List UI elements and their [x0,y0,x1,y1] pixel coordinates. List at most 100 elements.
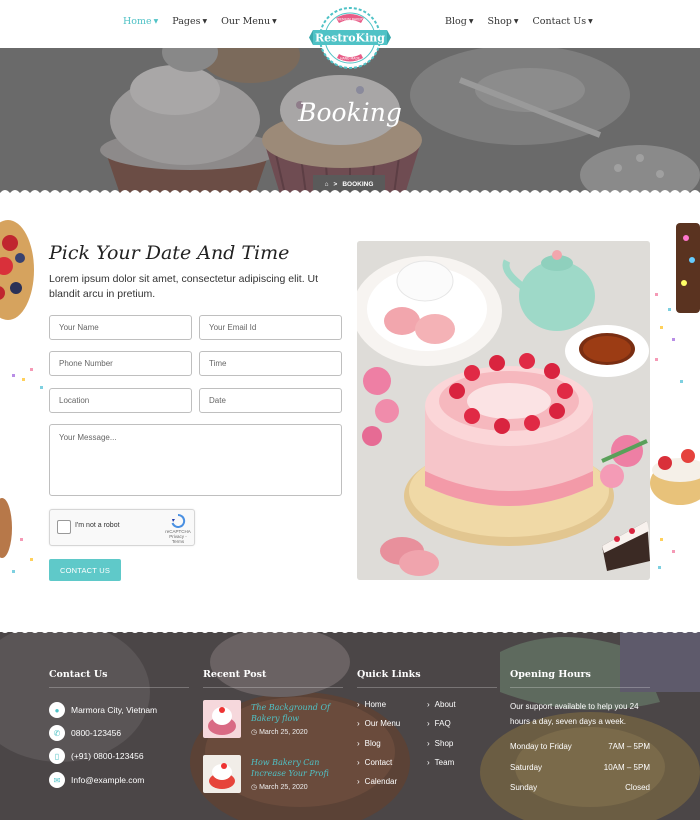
nav-home-label: Home [123,16,152,27]
contact-phone-text[interactable]: 0800-123456 [71,728,121,738]
quick-link-label: Shop [434,739,454,748]
nav-our-menu-label: Our Menu [221,16,271,27]
recent-post-item[interactable]: How Bakery Can Increase Your Profi ◷ Mar… [203,755,343,795]
nav-contact-us[interactable]: Contact Us ▼ [533,16,593,27]
quick-link-about[interactable]: › About [427,700,456,709]
nav-pages[interactable]: Pages ▼ [172,16,207,27]
chevron-right-icon: › [357,739,360,748]
contact-mobile: ▯ (+91) 0800-123456 [49,748,144,764]
quick-link-shop[interactable]: › Shop [427,739,453,748]
footer-divider [203,687,343,688]
chevron-down-icon: ▼ [153,18,159,25]
chevron-down-icon: ▼ [588,18,593,25]
quick-link-label: Contact [364,758,393,767]
hours-time: Closed [625,783,650,792]
message-textarea[interactable]: Your Message... [49,424,342,496]
contact-email-text[interactable]: Info@example.com [71,775,144,785]
footer-divider [357,687,497,688]
location-pin-icon: ● [49,702,65,718]
contact-phone: ✆ 0800-123456 [49,725,121,741]
footer-contact-heading: Contact Us [49,669,108,680]
quick-link-label: Our Menu [364,719,401,728]
chevron-right-icon: › [427,700,430,709]
nav-shop-label: Shop [487,16,512,27]
primary-nav-left: Home ▼ Pages ▼ Our Menu ▼ [123,16,277,27]
chevron-down-icon: ▼ [513,18,519,25]
phone-field[interactable]: Phone Number [49,351,192,376]
site-logo[interactable]: PREMIUM BAKERY RestroKing HAND MADE [309,4,391,72]
quick-link-calendar[interactable]: › Calendar [357,777,397,786]
quick-link-our-menu[interactable]: › Our Menu [357,719,400,728]
email-field[interactable]: Your Email Id [199,315,342,340]
booking-description: Lorem ipsum dolor sit amet, consectetur … [49,273,319,300]
quick-link-label: Blog [364,739,381,748]
page-title: Booking [298,98,402,127]
contact-email: ✉ Info@example.com [49,772,144,788]
logo-bottom-ribbon: HAND MADE [340,57,360,61]
name-field[interactable]: Your Name [49,315,192,340]
quick-link-contact[interactable]: › Contact [357,758,392,767]
quick-link-home[interactable]: › Home [357,700,386,709]
recaptcha-checkbox[interactable] [57,520,71,534]
recaptcha-links[interactable]: Privacy - Terms [165,534,191,544]
email-icon: ✉ [49,772,65,788]
logo-top-ribbon: PREMIUM BAKERY [336,18,364,22]
quick-link-team[interactable]: › Team [427,758,454,767]
post-thumbnail [203,755,241,793]
nav-contact-us-label: Contact Us [532,16,587,27]
location-field[interactable]: Location [49,388,192,413]
nav-blog-label: Blog [445,16,467,27]
quick-link-blog[interactable]: › Blog [357,739,381,748]
nav-blog[interactable]: Blog ▼ [445,16,473,27]
hours-time: 7AM – 5PM [608,742,650,751]
quick-link-faq[interactable]: › FAQ [427,719,451,728]
post-thumbnail [203,700,241,738]
recent-post-item[interactable]: The Background Of Bakery flow ◷ March 25… [203,700,343,740]
hours-row-sunday: Sunday Closed [510,783,650,792]
booking-title: Pick Your Date And Time [49,242,290,264]
post-date: ◷ March 25, 2020 [251,728,308,736]
footer-opening-hours-heading: Opening Hours [510,669,591,680]
date-field[interactable]: Date [199,388,342,413]
chevron-right-icon: › [357,758,360,767]
contact-mobile-text[interactable]: (+91) 0800-123456 [71,751,144,761]
time-field[interactable]: Time [199,351,342,376]
post-title[interactable]: The Background Of Bakery flow [251,702,341,724]
post-date-text: March 25, 2020 [259,729,308,736]
quick-link-label: About [434,700,456,709]
primary-nav-right: Blog ▼ Shop ▼ Contact Us ▼ [445,16,593,27]
post-title[interactable]: How Bakery Can Increase Your Profi [251,757,341,779]
booking-section: Pick Your Date And Time Lorem ipsum dolo… [0,198,700,632]
footer-wave-divider [0,624,700,633]
hero-bottom-wave-divider [0,190,700,199]
hours-row-saturday: Saturday 10AM – 5PM [510,763,650,772]
logo-wordmark: RestroKing [315,32,385,45]
chevron-right-icon: › [427,739,430,748]
phone-icon: ✆ [49,725,65,741]
hours-time: 10AM – 5PM [603,763,650,772]
clock-icon: ◷ [251,784,260,791]
nav-our-menu[interactable]: Our Menu ▼ [221,16,277,27]
chevron-right-icon: › [427,719,430,728]
recaptcha-label: I'm not a robot [75,522,120,529]
contact-address-text: Marmora City, Vietnam [71,705,158,715]
nav-pages-label: Pages [172,16,201,27]
hours-row-weekdays: Monday to Friday 7AM – 5PM [510,742,650,751]
chevron-down-icon: ▼ [202,18,208,25]
nav-home[interactable]: Home ▼ [123,16,158,27]
nav-shop[interactable]: Shop ▼ [487,16,518,27]
post-date: ◷ March 25, 2020 [251,783,308,791]
chevron-right-icon: › [357,700,360,709]
recaptcha-icon [171,513,186,528]
quick-link-label: Team [434,758,455,767]
contact-us-button[interactable]: CONTACT US [49,559,121,581]
recaptcha-logo: reCAPTCHA Privacy - Terms [165,513,191,544]
quick-link-label: Home [364,700,387,709]
opening-hours-text: Our support available to help you 24 hou… [510,702,639,726]
contact-address: ● Marmora City, Vietnam [49,702,157,718]
footer-divider [49,687,189,688]
chevron-down-icon: ▼ [272,18,277,25]
footer-recent-heading: Recent Post [203,669,267,680]
chevron-right-icon: › [427,758,430,767]
quick-link-label: Calendar [364,777,398,786]
